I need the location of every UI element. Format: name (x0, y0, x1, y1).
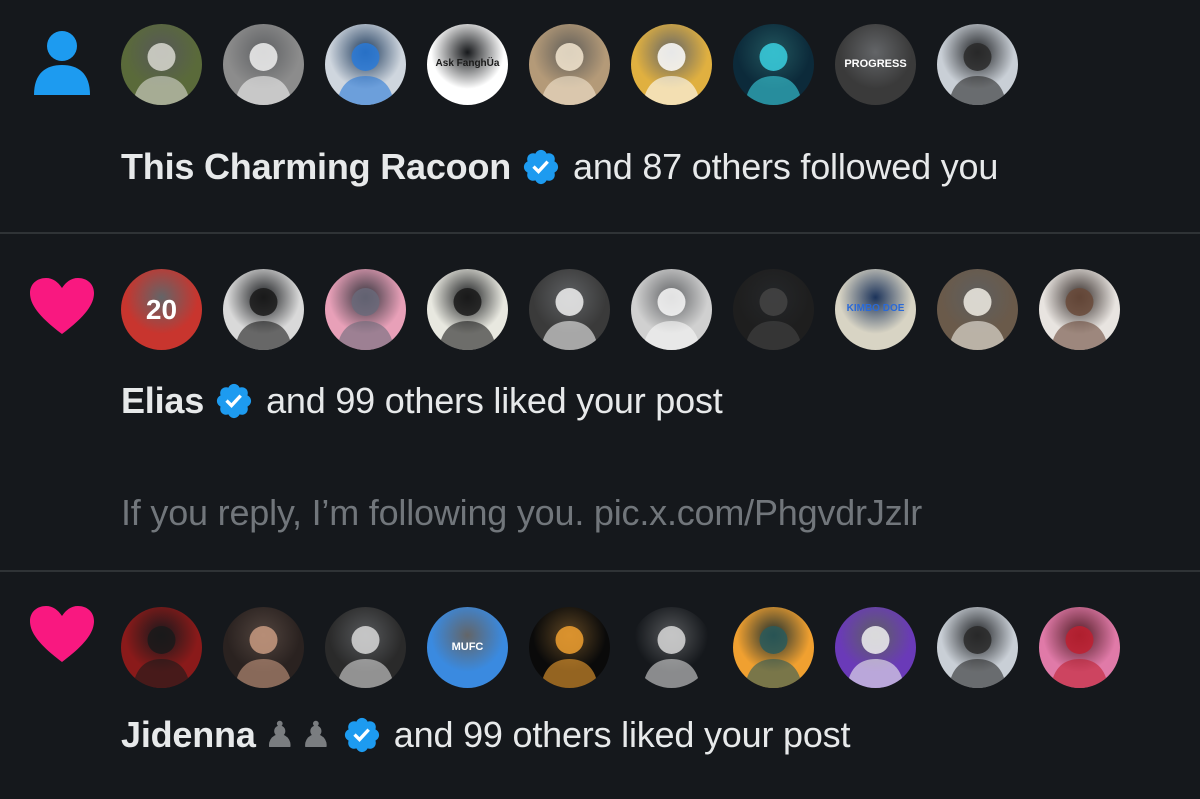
verified-badge-icon (214, 381, 254, 421)
woman-dark-avatar[interactable] (223, 607, 304, 688)
notification-text[interactable]: Elias and 99 others liked your post (121, 380, 723, 422)
avatar-label: 20 (145, 293, 178, 325)
verified-badge-icon (521, 147, 561, 187)
notifications-feed: Ask FanghÜa PROGRESS This Charming Racoon… (0, 0, 1200, 799)
mufc-avatar[interactable]: MUFC (427, 607, 508, 688)
user-name[interactable]: Elias (121, 380, 204, 422)
eclipse-avatar[interactable] (529, 607, 610, 688)
avatar-row: 20 KIMBO DOE (121, 269, 1120, 350)
cartoon-cat-avatar[interactable] (325, 269, 406, 350)
user-hat-avatar[interactable] (223, 24, 304, 105)
cap-man-pink-avatar[interactable] (1039, 607, 1120, 688)
avatar-label: Ask FanghÜa (435, 58, 500, 70)
verified-badge-icon (342, 715, 382, 755)
bearded-man-avatar[interactable] (529, 24, 610, 105)
young-man-avatar[interactable] (937, 269, 1018, 350)
chess-pawn-icon: ♟ (299, 714, 332, 755)
ask-fanghua-avatar[interactable]: Ask FanghÜa (427, 24, 508, 105)
user-name[interactable]: Jidenna (121, 714, 256, 756)
raccoon-avatar[interactable] (121, 24, 202, 105)
sketch-face-avatar[interactable] (631, 607, 712, 688)
user-name[interactable]: This Charming Racoon (121, 146, 511, 188)
avatar-row: MUFC (121, 607, 1120, 688)
notification-text[interactable]: This Charming Racoon and 87 others follo… (121, 146, 998, 188)
action-text: and 87 others followed you (573, 146, 999, 187)
football-player-avatar[interactable]: 20 (121, 269, 202, 350)
duck-avatar[interactable] (631, 24, 712, 105)
like-notification[interactable]: MUFC Jidenna ♟ ♟ and 99 others liked you… (0, 572, 1200, 797)
man-white-avatar[interactable] (631, 269, 712, 350)
black-cat-avatar[interactable] (733, 269, 814, 350)
cap-man-avatar[interactable] (733, 607, 814, 688)
action-text: and 99 others liked your post (266, 380, 723, 421)
follow-notification[interactable]: Ask FanghÜa PROGRESS This Charming Racoon… (0, 0, 1200, 234)
avatar-label: MUFC (451, 640, 484, 653)
person-icon (26, 26, 98, 98)
heart-icon (26, 598, 98, 670)
standing-cat-avatar[interactable] (325, 607, 406, 688)
smiling-woman-avatar[interactable] (1039, 269, 1120, 350)
post-preview[interactable]: If you reply, I’m following you. pic.x.c… (121, 492, 922, 534)
afro-boy-avatar[interactable] (223, 269, 304, 350)
avatar-label: PROGRESS (844, 57, 907, 70)
progress-avatar[interactable]: PROGRESS (835, 24, 916, 105)
singer-avatar[interactable] (835, 607, 916, 688)
chess-pawn-icon: ♟ (263, 714, 296, 755)
like-notification[interactable]: 20 KIMBO DOE Elias and 99 others liked yo… (0, 234, 1200, 572)
white-abstract-avatar[interactable] (325, 24, 406, 105)
kimbo-doe-avatar[interactable]: KIMBO DOE (835, 269, 916, 350)
cartoon-boy-avatar[interactable] (121, 607, 202, 688)
action-text: and 99 others liked your post (393, 714, 851, 755)
man-shirt-2-avatar[interactable] (937, 607, 1018, 688)
colorful-hat-avatar[interactable] (427, 269, 508, 350)
crystal-face-avatar[interactable] (733, 24, 814, 105)
notification-text[interactable]: Jidenna ♟ ♟ and 99 others liked your pos… (121, 714, 850, 756)
anime-girl-avatar[interactable] (529, 269, 610, 350)
man-shirt-avatar[interactable] (937, 24, 1018, 105)
avatar-label: KIMBO DOE (846, 303, 905, 315)
heart-icon (26, 270, 98, 342)
avatar-row: Ask FanghÜa PROGRESS (121, 24, 1018, 105)
